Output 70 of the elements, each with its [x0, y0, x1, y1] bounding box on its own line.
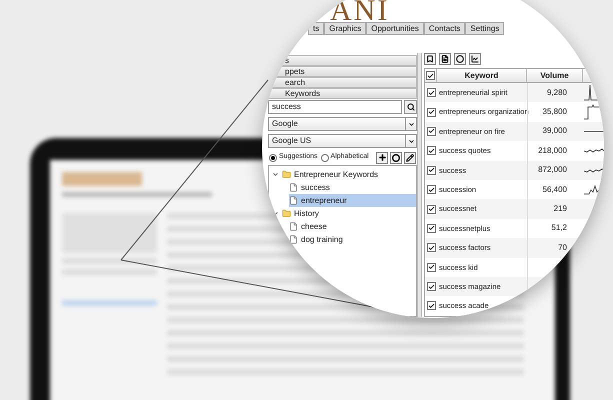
circle-icon	[392, 154, 400, 162]
folder-icon	[282, 209, 291, 218]
checkbox[interactable]	[426, 88, 436, 98]
trend-sparkline	[584, 168, 604, 172]
radio-button[interactable]	[320, 154, 329, 162]
folder-icon	[282, 170, 291, 179]
checkbox[interactable]	[426, 301, 436, 310]
search-field[interactable]: success	[268, 100, 402, 114]
checkbox[interactable]	[426, 204, 436, 214]
checkbox[interactable]	[426, 146, 436, 156]
toolbar-button[interactable]	[439, 53, 451, 65]
add-button[interactable]	[376, 152, 388, 164]
column-header[interactable]: Keyword	[437, 69, 527, 82]
document-icon	[289, 222, 298, 231]
dropdown[interactable]: Google US	[268, 134, 417, 148]
volume-cell: 51,2	[551, 222, 567, 234]
checkbox[interactable]	[426, 262, 436, 272]
radio-button[interactable]	[269, 154, 277, 162]
volume-cell: 35,800	[542, 106, 567, 118]
volume-cell: 56,400	[542, 184, 567, 196]
volume-cell: 219	[554, 203, 567, 216]
volume-cell: 218,000	[538, 144, 567, 157]
checkbox[interactable]	[426, 126, 436, 136]
checkbox[interactable]	[426, 71, 435, 80]
dropdown[interactable]: Google	[268, 117, 417, 131]
column-header[interactable]: Volume	[527, 69, 583, 82]
tree-item[interactable]: Entrepreneur Keywords	[272, 168, 416, 181]
caret-icon	[408, 120, 414, 128]
logo: ANI	[330, 0, 390, 22]
tree-item[interactable]: dog training	[289, 233, 416, 246]
tree-item[interactable]: success	[289, 181, 416, 194]
checkbox[interactable]	[426, 224, 436, 233]
document-icon	[289, 183, 298, 192]
checkbox[interactable]	[426, 282, 436, 292]
tree-item[interactable]: entrepreneur	[289, 194, 416, 207]
accordion-header[interactable]: Keywords	[268, 88, 417, 99]
checkbox[interactable]	[426, 166, 436, 175]
plus-icon	[378, 153, 386, 162]
tree-item[interactable]: History	[272, 207, 416, 220]
volume-cell: 70	[558, 242, 567, 254]
caret-icon	[408, 138, 414, 144]
tab[interactable]: Settings	[465, 22, 504, 35]
edit-button[interactable]	[404, 152, 416, 164]
trend-sparkline	[584, 149, 604, 152]
pencil-icon	[406, 154, 414, 162]
line-chart-icon	[471, 55, 479, 63]
tree-item[interactable]: cheese	[289, 220, 416, 233]
document-icon	[289, 196, 298, 205]
trend-sparkline	[584, 130, 604, 132]
volume-cell: 872,000	[538, 164, 567, 176]
expand-caret-icon[interactable]	[272, 171, 279, 178]
document-icon	[441, 55, 449, 63]
circle-icon	[456, 55, 464, 63]
toolbar-button[interactable]	[454, 53, 466, 65]
checkbox[interactable]	[426, 108, 436, 117]
circle-button[interactable]	[390, 152, 402, 164]
search-icon	[406, 103, 414, 111]
tab[interactable]: Graphics	[324, 22, 366, 35]
tab[interactable]: Contacts	[424, 22, 466, 35]
search-button[interactable]	[404, 100, 417, 114]
checkbox[interactable]	[426, 185, 436, 194]
toolbar-button[interactable]	[424, 53, 436, 65]
checkbox[interactable]	[426, 243, 436, 252]
document-icon	[289, 235, 298, 244]
volume-cell: 39,000	[542, 125, 567, 138]
tab[interactable]: ts	[308, 22, 324, 35]
toolbar-button[interactable]	[469, 53, 481, 65]
volume-cell: 9,280	[546, 86, 567, 99]
tab[interactable]: Opportunities	[366, 22, 424, 35]
bookmark-icon	[426, 55, 434, 63]
